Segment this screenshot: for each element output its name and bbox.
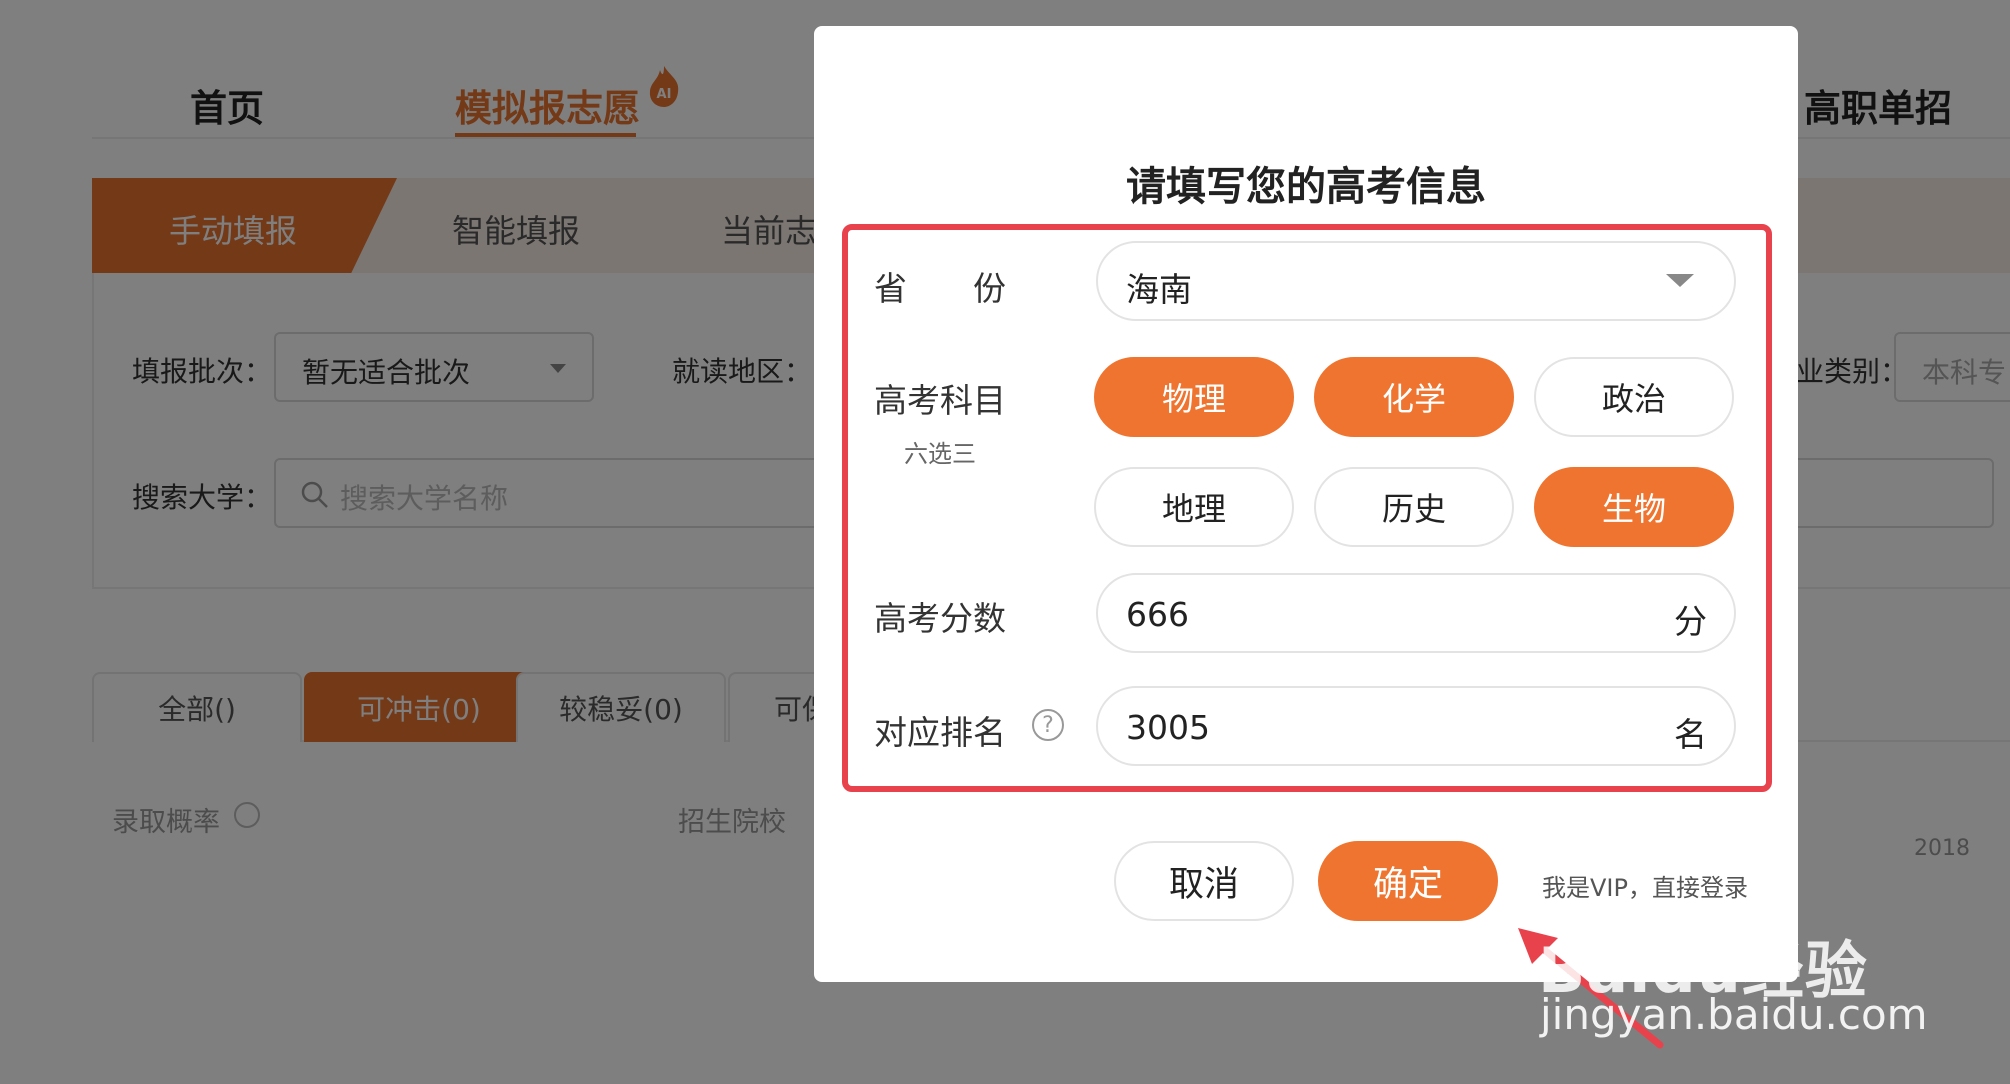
- rank-unit: 名: [1674, 715, 1707, 754]
- province-label: 省 份: [874, 269, 1006, 308]
- watermark-url: jingyan.baidu.com: [1540, 990, 1928, 1039]
- province-value: 海南: [1126, 270, 1192, 309]
- subjects-hint: 六选三: [904, 440, 976, 468]
- rank-value: 3005: [1126, 708, 1210, 747]
- score-label: 高考分数: [874, 599, 1006, 638]
- rank-input[interactable]: 3005 名: [1096, 686, 1736, 766]
- score-unit: 分: [1674, 602, 1707, 641]
- subject-physics[interactable]: 物理: [1094, 357, 1294, 437]
- help-question-icon[interactable]: ?: [1032, 709, 1064, 741]
- subject-geography[interactable]: 地理: [1094, 467, 1294, 547]
- subjects-label: 高考科目: [874, 381, 1006, 420]
- score-input[interactable]: 666 分: [1096, 573, 1736, 653]
- confirm-button[interactable]: 确定: [1318, 841, 1498, 921]
- score-value: 666: [1126, 595, 1189, 634]
- subject-history[interactable]: 历史: [1314, 467, 1514, 547]
- rank-label: 对应排名: [874, 713, 1006, 752]
- province-select[interactable]: 海南: [1096, 241, 1736, 321]
- subject-politics[interactable]: 政治: [1534, 357, 1734, 437]
- dialog-title: 请填写您的高考信息: [1126, 164, 1486, 210]
- subject-biology[interactable]: 生物: [1534, 467, 1734, 547]
- chevron-down-icon: [1666, 274, 1694, 287]
- subject-chemistry[interactable]: 化学: [1314, 357, 1514, 437]
- cancel-button[interactable]: 取消: [1114, 841, 1294, 921]
- vip-login-link[interactable]: 我是VIP，直接登录: [1542, 868, 1748, 903]
